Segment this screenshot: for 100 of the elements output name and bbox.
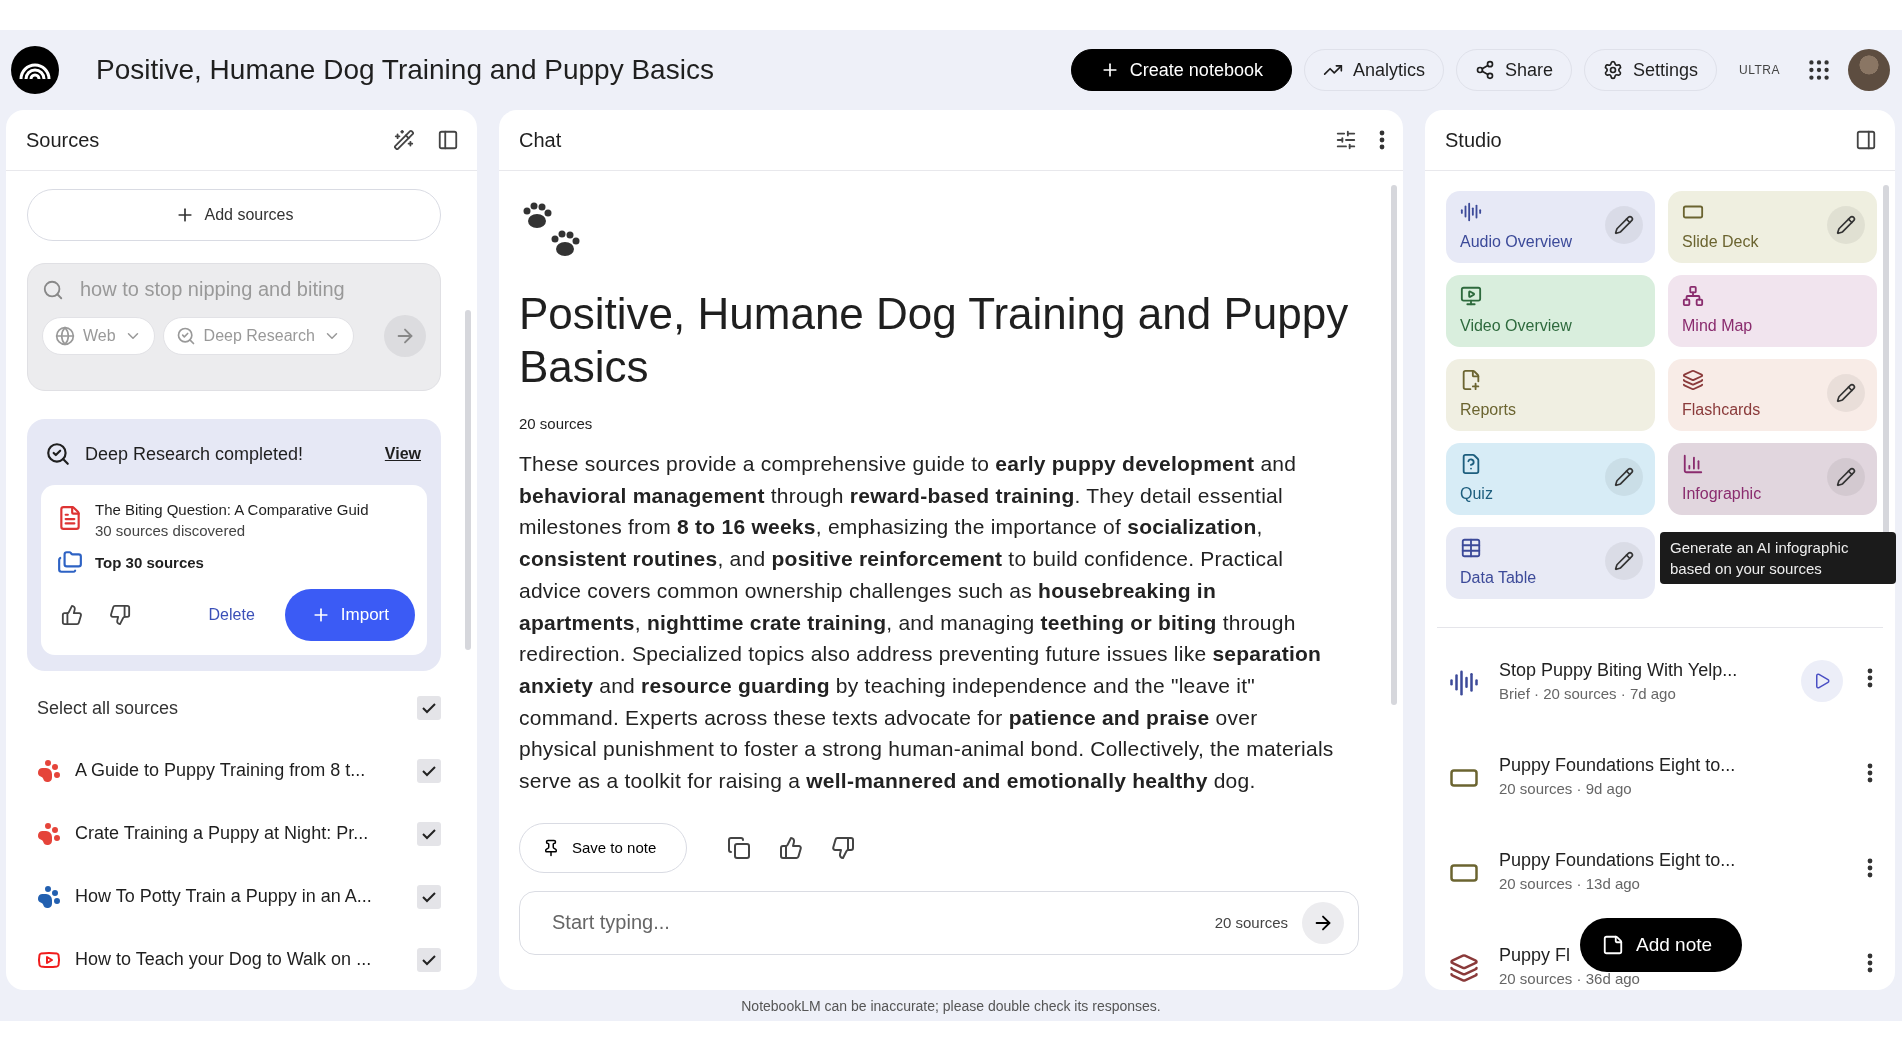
logo-icon (10, 45, 60, 95)
tile-label: Quiz (1460, 485, 1493, 503)
avatar[interactable] (1848, 49, 1890, 91)
more-icon (1867, 858, 1873, 878)
checkbox[interactable] (417, 821, 441, 846)
flashcards-icon (1449, 953, 1479, 983)
more-icon (1379, 130, 1385, 150)
source-count: 20 sources (519, 415, 594, 432)
mind-map-icon (1682, 285, 1704, 307)
result-title: The Biting Question: A Comparative Guid (95, 501, 369, 518)
source-title[interactable]: A Guide to Puppy Training from 8 t... (75, 760, 403, 781)
tile-label: Data Table (1460, 569, 1537, 587)
checkbox[interactable] (417, 884, 441, 909)
studio-tile[interactable]: Quiz (1446, 443, 1655, 515)
studio-tile[interactable]: Flashcards (1668, 359, 1877, 431)
source-title[interactable]: How to Teach your Dog to Walk on ... (75, 949, 403, 970)
result-meta: 30 sources discovered (95, 522, 247, 539)
checkbox[interactable] (417, 696, 441, 720)
settings-icon (1603, 60, 1623, 80)
select-all-label: Select all sources (37, 697, 180, 719)
tile-label: Flashcards (1682, 401, 1761, 419)
notebook-heading: Positive, Humane Dog Training and Puppy Basics (519, 288, 1350, 393)
share-button[interactable]: Share (1455, 49, 1572, 91)
share-icon (1474, 60, 1495, 80)
studio-tile[interactable]: Data Table (1446, 527, 1655, 599)
panel-title: Studio (1445, 128, 1503, 152)
add-note-button[interactable]: Add note (1580, 918, 1743, 972)
create-notebook-button[interactable]: Create notebook (1070, 49, 1292, 91)
studio-tile[interactable]: Infographic (1668, 443, 1877, 515)
play-icon (1813, 672, 1831, 690)
source-title[interactable]: Crate Training a Puppy at Night: Pr... (75, 823, 403, 844)
edit-button[interactable] (1605, 206, 1643, 244)
document-icon (57, 505, 83, 531)
note-meta: 20 sources · 13d ago (1499, 875, 1641, 892)
pencil-icon (1614, 215, 1634, 235)
edit-button[interactable] (1605, 458, 1643, 496)
panel-title: Chat (519, 128, 563, 152)
send-button[interactable] (1302, 901, 1344, 944)
note-title[interactable]: Puppy Foundations Eight to... (1499, 755, 1736, 776)
submit-button[interactable] (384, 315, 426, 357)
studio-tile[interactable]: Video Overview (1446, 275, 1655, 347)
tile-label: Audio Overview (1460, 233, 1573, 251)
tile-label: Reports (1460, 401, 1517, 419)
thumbs-down-icon (109, 604, 131, 626)
edit-button[interactable] (1827, 374, 1865, 412)
tile-label: Infographic (1682, 485, 1762, 503)
import-button[interactable]: Import (284, 589, 415, 641)
tile-label: Slide Deck (1682, 233, 1759, 251)
video-icon (1460, 285, 1482, 307)
play-button[interactable] (1801, 660, 1843, 702)
more-icon (1867, 953, 1873, 973)
pencil-icon (1614, 467, 1634, 487)
studio-tile[interactable]: Audio Overview (1446, 191, 1655, 263)
pin-icon (542, 838, 560, 857)
top-sources-label: Top 30 sources (95, 553, 204, 571)
note-title[interactable]: Puppy Foundations Eight to... (1499, 850, 1736, 871)
more-icon (1867, 763, 1873, 783)
analytics-button[interactable]: Analytics (1303, 49, 1444, 91)
message-input[interactable]: Start typing... (550, 910, 1201, 936)
pencil-icon (1614, 551, 1634, 571)
audio-wave-icon (1460, 201, 1482, 223)
plan-label: ULTRA (1738, 63, 1781, 77)
note-title[interactable]: Stop Puppy Biting With Yelp... (1499, 660, 1738, 681)
report-icon (1460, 369, 1482, 391)
add-sources-button[interactable]: Add sources (27, 189, 441, 241)
edit-button[interactable] (1827, 206, 1865, 244)
research-status: Deep Research completed! (85, 443, 305, 465)
checkbox[interactable] (417, 947, 441, 972)
studio-tile[interactable]: Slide Deck (1668, 191, 1877, 263)
settings-button[interactable]: Settings (1584, 49, 1718, 91)
delete-button[interactable]: Delete (196, 606, 267, 624)
bar-chart-icon (1682, 453, 1704, 475)
note-meta: Brief · 20 sources · 7d ago (1499, 685, 1677, 702)
save-to-note-button[interactable]: Save to note (519, 822, 688, 873)
globe-search-icon (175, 326, 196, 346)
disclaimer: NotebookLM can be inaccurate; please double check its responses. (740, 996, 1162, 1016)
folder-icon (57, 549, 83, 575)
chat-input-bar[interactable]: Start typing... 20 sources (519, 890, 1359, 955)
summary-paragraph: These sources provide a comprehensive guide to early puppy development and behavioral management through reward-based training. They detail essential milestones from 8 to 16 weeks, emphasizing the importance of socialization, consistent routines, and positive reinforcement to build confidence. Practical advice covers common ownership challenges such as housebreaking in apartments, nighttime crate training, and managing teething or biting through redirection. Specialized topics also address preventing future issues like separation anxiety and resource guarding by teaching independence and the "leave it" command. Experts across these texts advocate for patience and praise over physical punishment to foster a strong human-animal bond. Collectively, the materials serve as a toolkit for raising a well-mannered and emotionally healthy dog. (519, 451, 1335, 795)
tooltip: Generate an AI infographic based on your sources (1660, 532, 1896, 584)
edit-button[interactable] (1605, 542, 1643, 580)
pencil-icon (1836, 215, 1856, 235)
thumbs-up-icon (779, 835, 804, 860)
panel-title: Sources (26, 128, 101, 152)
source-title[interactable]: How To Potty Train a Puppy in an A... (75, 886, 403, 907)
flashcards-icon (1682, 369, 1704, 391)
search-query: how to stop nipping and biting (80, 278, 345, 301)
view-link[interactable]: View (384, 445, 421, 463)
studio-tile[interactable]: Reports (1446, 359, 1655, 431)
more-icon (1867, 668, 1873, 688)
studio-tile[interactable]: Mind Map (1668, 275, 1877, 347)
input-source-count: 20 sources (1214, 914, 1288, 932)
audio-wave-icon (1449, 668, 1479, 698)
tile-label: Mind Map (1682, 317, 1753, 335)
thumbs-down-icon (831, 835, 856, 860)
checkbox[interactable] (417, 758, 441, 783)
edit-button[interactable] (1827, 458, 1865, 496)
note-icon (1602, 934, 1624, 956)
note-title[interactable]: Puppy Fl (1499, 945, 1571, 966)
quiz-icon (1460, 453, 1482, 475)
